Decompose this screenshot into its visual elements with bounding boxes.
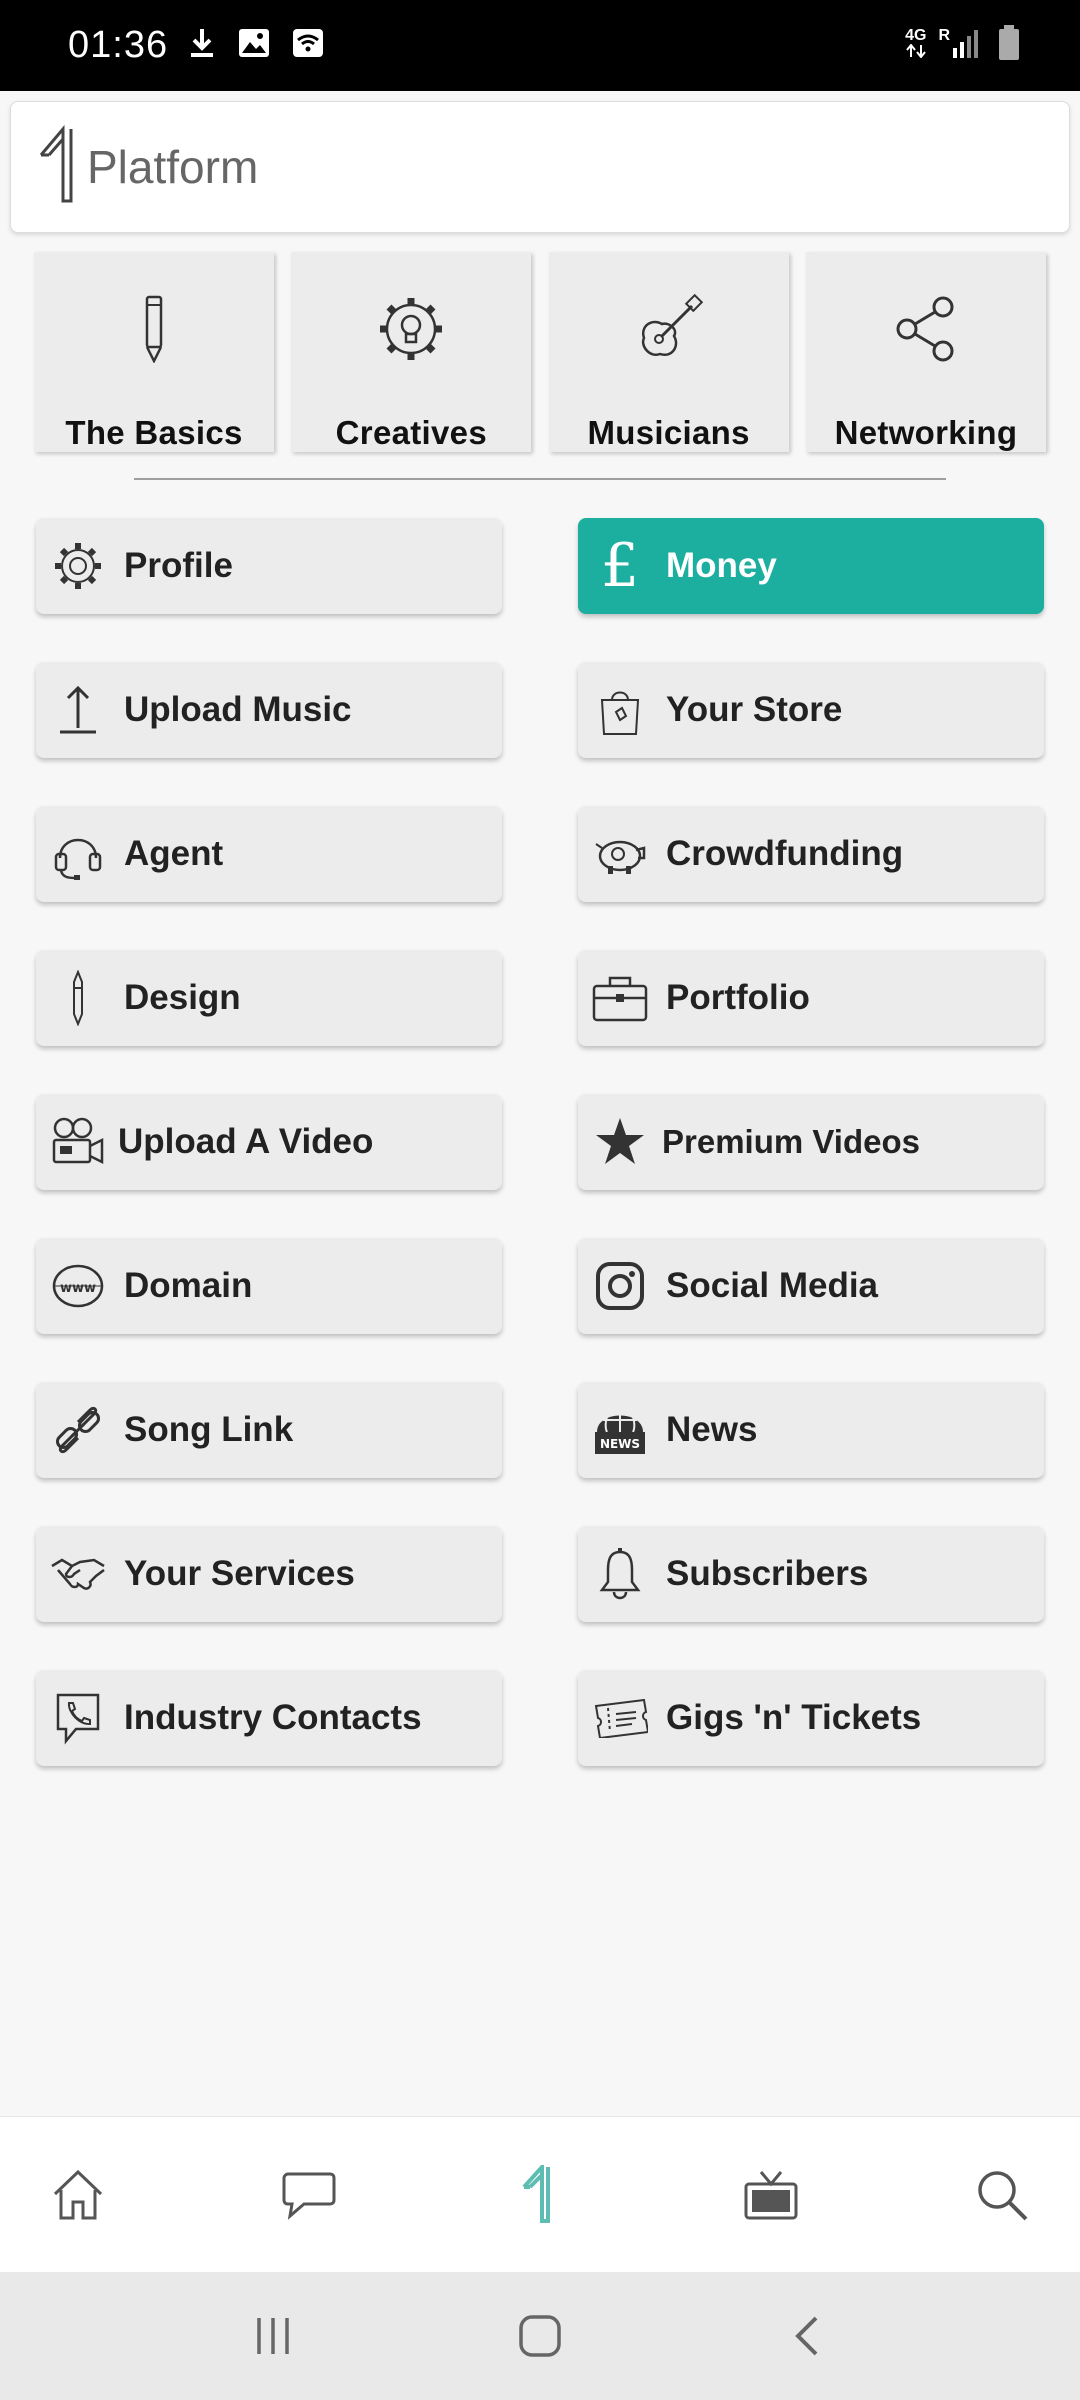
- search-icon[interactable]: [972, 2165, 1032, 2225]
- news-button[interactable]: NEWS News: [578, 1382, 1044, 1478]
- home-button-icon[interactable]: [510, 2306, 570, 2366]
- piggy-bank-icon: [590, 824, 650, 884]
- menu-label: News: [666, 1410, 758, 1449]
- profile-button[interactable]: Profile: [36, 518, 502, 614]
- social-media-button[interactable]: Social Media: [578, 1238, 1044, 1334]
- menu-label: Premium Videos: [662, 1123, 920, 1160]
- guitar-icon: [634, 293, 704, 369]
- platform-logo-icon[interactable]: [510, 2164, 570, 2225]
- design-button[interactable]: Design: [36, 950, 502, 1046]
- bottom-nav: [0, 2116, 1080, 2272]
- category-networking[interactable]: Networking: [805, 252, 1046, 452]
- handshake-icon: [48, 1544, 108, 1604]
- briefcase-icon: [590, 968, 650, 1028]
- news-badge-label: NEWS: [600, 1437, 640, 1451]
- home-icon[interactable]: [48, 2165, 108, 2225]
- upload-music-button[interactable]: Upload Music: [36, 662, 502, 758]
- menu-label: Crowdfunding: [666, 834, 904, 873]
- link-icon: [48, 1400, 108, 1460]
- download-icon: [188, 27, 216, 64]
- menu-label: Social Media: [666, 1266, 879, 1305]
- pound-icon: £: [600, 531, 640, 601]
- menu-label: Design: [124, 978, 241, 1017]
- recent-apps-icon[interactable]: [243, 2306, 303, 2366]
- menu-label: Gigs 'n' Tickets: [666, 1698, 922, 1737]
- menu-grid: Profile £ Money Upload Music Your Store …: [36, 518, 1044, 1766]
- ticket-icon: [590, 1688, 650, 1748]
- category-label: The Basics: [65, 414, 243, 451]
- news-globe-icon: NEWS: [590, 1400, 650, 1460]
- status-time: 01:36: [68, 24, 169, 66]
- menu-label: Profile: [124, 546, 233, 585]
- roaming-label: R: [938, 27, 950, 44]
- pencil-icon: [144, 295, 164, 368]
- www-icon: www: [48, 1256, 108, 1316]
- category-creatives[interactable]: Creatives: [291, 252, 532, 452]
- system-nav-bar: [0, 2272, 1080, 2400]
- tv-icon[interactable]: [741, 2165, 801, 2225]
- gear-icon: [48, 536, 108, 596]
- menu-label: Your Store: [666, 690, 843, 729]
- menu-label: Song Link: [124, 1410, 294, 1449]
- menu-label: Your Services: [124, 1554, 355, 1593]
- data-arrows-icon: [905, 43, 926, 63]
- divider: [134, 478, 946, 480]
- pen-icon: [48, 968, 108, 1028]
- signal-icon: [952, 28, 978, 63]
- page-title: Platform: [87, 141, 259, 193]
- video-camera-icon: [48, 1112, 108, 1172]
- crowdfunding-button[interactable]: Crowdfunding: [578, 806, 1044, 902]
- svg-text:www: www: [60, 1281, 96, 1296]
- category-tabs: The Basics Creatives Musicians Networkin…: [34, 252, 1046, 452]
- domain-button[interactable]: www Domain: [36, 1238, 502, 1334]
- platform-logo-icon[interactable]: [37, 124, 81, 210]
- agent-button[interactable]: Agent: [36, 806, 502, 902]
- shopping-bag-icon: [590, 680, 650, 740]
- menu-label: Agent: [124, 834, 224, 873]
- instagram-icon: [590, 1256, 650, 1316]
- song-link-button[interactable]: Song Link: [36, 1382, 502, 1478]
- menu-label: Subscribers: [666, 1554, 869, 1593]
- image-icon: [238, 28, 270, 63]
- share-icon: [893, 294, 959, 369]
- menu-label: Domain: [124, 1266, 253, 1305]
- menu-label: Upload A Video: [118, 1122, 374, 1161]
- star-icon: [590, 1112, 650, 1172]
- category-label: Musicians: [587, 414, 750, 451]
- premium-videos-button[interactable]: Premium Videos: [578, 1094, 1044, 1190]
- menu-label: Industry Contacts: [124, 1698, 422, 1737]
- category-the-basics[interactable]: The Basics: [34, 252, 274, 452]
- network-type-label: 4G: [905, 27, 927, 44]
- battery-icon: [998, 25, 1020, 66]
- subscribers-button[interactable]: Subscribers: [578, 1526, 1044, 1622]
- category-musicians[interactable]: Musicians: [548, 252, 789, 452]
- your-services-button[interactable]: Your Services: [36, 1526, 502, 1622]
- menu-label: Money: [666, 546, 777, 585]
- gigs-n-tickets-button[interactable]: Gigs 'n' Tickets: [578, 1670, 1044, 1766]
- status-bar: 01:36 4G R: [0, 0, 1080, 91]
- menu-label: Portfolio: [666, 978, 810, 1017]
- money-button[interactable]: £ Money: [578, 518, 1044, 614]
- menu-label: Upload Music: [124, 690, 352, 729]
- upload-a-video-button[interactable]: Upload A Video: [36, 1094, 502, 1190]
- lightbulb-gear-icon: [377, 295, 445, 368]
- category-label: Creatives: [335, 414, 487, 451]
- industry-contacts-button[interactable]: Industry Contacts: [36, 1670, 502, 1766]
- upload-icon: [48, 680, 108, 740]
- wifi-call-icon: [292, 28, 324, 63]
- phone-chat-icon: [48, 1688, 108, 1748]
- back-icon[interactable]: [777, 2306, 837, 2366]
- app-header: Platform: [10, 101, 1070, 233]
- chat-icon[interactable]: [279, 2165, 339, 2225]
- headset-icon: [48, 824, 108, 884]
- category-label: Networking: [834, 414, 1018, 451]
- your-store-button[interactable]: Your Store: [578, 662, 1044, 758]
- portfolio-button[interactable]: Portfolio: [578, 950, 1044, 1046]
- bell-icon: [590, 1544, 650, 1604]
